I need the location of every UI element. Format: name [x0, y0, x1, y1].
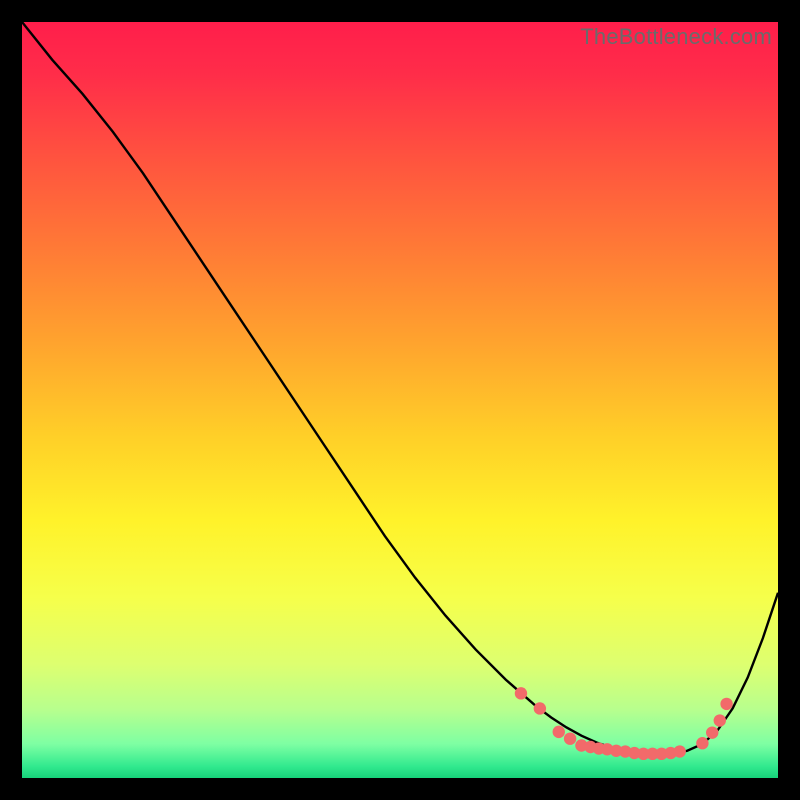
chart-marker [515, 687, 527, 699]
chart-marker [553, 726, 565, 738]
chart-marker [674, 745, 686, 757]
chart-frame: TheBottleneck.com [22, 22, 778, 778]
chart-svg [22, 22, 778, 778]
chart-marker [706, 726, 718, 738]
chart-background [22, 22, 778, 778]
chart-marker [720, 698, 732, 710]
chart-marker [714, 714, 726, 726]
chart-marker [564, 732, 576, 744]
attribution-text: TheBottleneck.com [580, 24, 772, 50]
chart-marker [534, 702, 546, 714]
chart-marker [696, 737, 708, 749]
